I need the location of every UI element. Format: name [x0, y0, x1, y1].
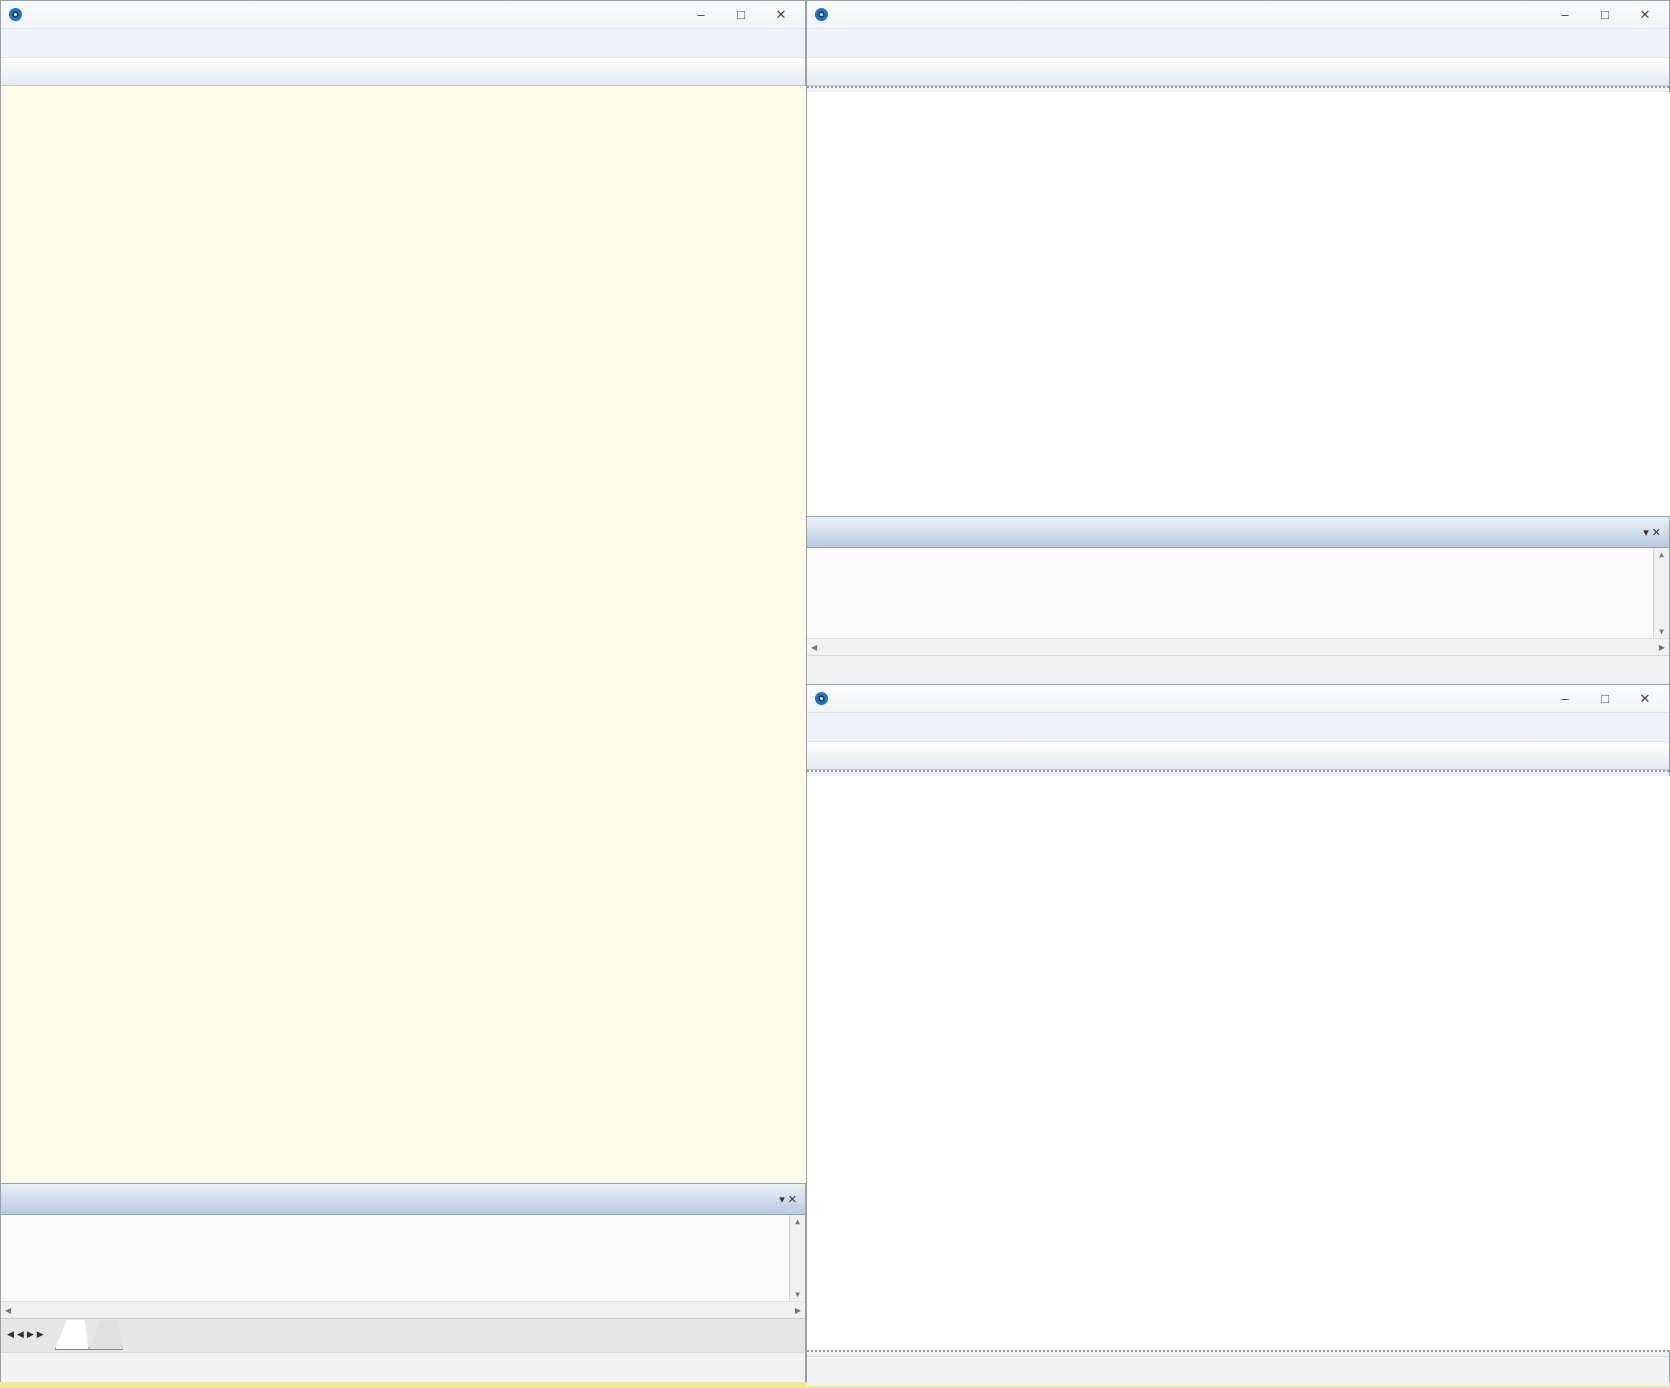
scroll-right-icon[interactable]: ▶ — [1659, 643, 1665, 652]
close-panel-icon[interactable]: ✕ — [1652, 527, 1661, 539]
waveform-window: – □ ✕ ▾ ✕ ▲▼ ◀ ▶ — [806, 0, 1670, 684]
tab-post-process[interactable] — [89, 1320, 123, 1350]
horizontal-scrollbar[interactable]: ◀ ▶ — [807, 638, 1669, 655]
titlebar[interactable]: – □ ✕ — [1, 1, 805, 29]
close-button[interactable]: ✕ — [761, 7, 801, 23]
vertical-scrollbar[interactable]: ▲▼ — [1653, 548, 1669, 638]
close-button[interactable]: ✕ — [1625, 691, 1665, 707]
scroll-left-icon[interactable]: ◀ — [811, 643, 817, 652]
horizontal-scrollbar[interactable]: ◀ ▶ — [1, 1301, 805, 1318]
scroll-down-icon[interactable]: ▼ — [790, 1290, 805, 1299]
statusbar — [1, 1352, 805, 1382]
minimize-button[interactable]: – — [1545, 691, 1585, 706]
waveform-plot[interactable] — [807, 92, 1670, 516]
scroll-up-icon[interactable]: ▲ — [1654, 550, 1669, 559]
tab-simulation[interactable] — [55, 1320, 89, 1350]
maximize-button[interactable]: □ — [1585, 7, 1625, 22]
desktop: – □ ✕ ▾ ✕ ▲▼ ◀ ▶ ◀◀▶▶ — [0, 0, 1670, 1388]
collapse-icon[interactable]: ▾ — [1643, 527, 1649, 539]
measurement-text[interactable]: ▲▼ — [807, 548, 1669, 638]
titlebar[interactable]: – □ ✕ — [807, 1, 1669, 29]
output-line — [11, 1222, 795, 1240]
qspice-logo-icon — [9, 8, 22, 21]
scroll-left-icon[interactable]: ◀ — [5, 1306, 11, 1315]
fft-window: – □ ✕ — [806, 684, 1670, 1382]
toolbar — [807, 58, 1669, 86]
output-window-text[interactable]: ▲▼ — [1, 1215, 805, 1301]
measurement-window-header[interactable]: ▾ ✕ — [807, 516, 1669, 548]
tab-scroll-arrows[interactable]: ◀◀▶▶ — [1, 1319, 55, 1340]
menubar — [1, 29, 805, 58]
menubar — [807, 713, 1669, 742]
vertical-scrollbar[interactable]: ▲▼ — [789, 1215, 805, 1301]
statusbar — [807, 655, 1669, 685]
sheet-tabbar: ◀◀▶▶ — [1, 1318, 805, 1352]
maximize-button[interactable]: □ — [721, 7, 761, 22]
titlebar[interactable]: – □ ✕ — [807, 685, 1669, 713]
qspice-logo-icon — [815, 692, 828, 705]
scroll-right-icon[interactable]: ▶ — [795, 1306, 801, 1315]
schematic-canvas[interactable] — [1, 86, 807, 1183]
qspice-logo-icon — [815, 8, 828, 21]
minimize-button[interactable]: – — [1545, 7, 1585, 22]
toolbar — [807, 742, 1669, 770]
close-panel-icon[interactable]: ✕ — [788, 1194, 797, 1206]
collapse-icon[interactable]: ▾ — [779, 1194, 785, 1206]
minimize-button[interactable]: – — [681, 7, 721, 22]
schematic-window: – □ ✕ ▾ ✕ ▲▼ ◀ ▶ ◀◀▶▶ — [0, 0, 806, 1382]
menubar — [807, 29, 1669, 58]
close-button[interactable]: ✕ — [1625, 7, 1665, 23]
fft-plot[interactable] — [807, 776, 1670, 1350]
scroll-up-icon[interactable]: ▲ — [790, 1217, 805, 1226]
output-window-header[interactable]: ▾ ✕ — [1, 1183, 805, 1215]
statusbar — [807, 1356, 1669, 1386]
maximize-button[interactable]: □ — [1585, 691, 1625, 706]
scroll-down-icon[interactable]: ▼ — [1654, 627, 1669, 636]
toolbar — [1, 58, 805, 86]
